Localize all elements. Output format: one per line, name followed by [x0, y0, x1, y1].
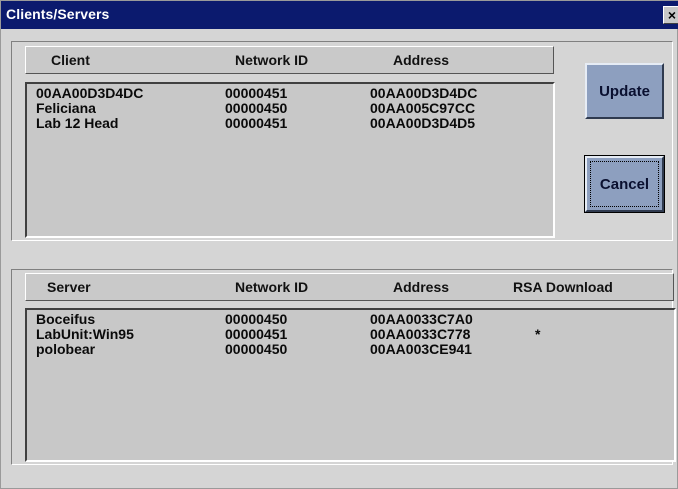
client-name: 00AA00D3D4DC: [36, 85, 144, 101]
server-name: LabUnit:Win95: [36, 326, 134, 342]
server-row[interactable]: LabUnit:Win95 00000451 00AA0033C778 *: [27, 327, 674, 342]
server-row[interactable]: polobear 00000450 00AA003CE941: [27, 342, 674, 357]
close-icon: ×: [667, 7, 677, 23]
server-network-id-column-header[interactable]: Network ID: [235, 279, 308, 295]
server-column-header[interactable]: Server: [47, 279, 91, 295]
client-network-id-column-header[interactable]: Network ID: [235, 52, 308, 68]
update-button[interactable]: Update: [585, 63, 664, 119]
client-address: 00AA00D3D4DC: [370, 85, 478, 101]
servers-header: Server Network ID Address RSA Download: [25, 273, 674, 301]
server-address-column-header[interactable]: Address: [393, 279, 449, 295]
client-network-id: 00000451: [225, 115, 288, 131]
rsa-download-column-header[interactable]: RSA Download: [513, 279, 613, 295]
server-row[interactable]: Boceifus 00000450 00AA0033C7A0: [27, 312, 674, 327]
clients-servers-dialog: Clients/Servers × Client Network ID Addr…: [0, 0, 678, 489]
title-bar[interactable]: Clients/Servers ×: [1, 1, 678, 29]
client-row[interactable]: Feliciana 00000450 00AA005C97CC: [27, 101, 553, 116]
server-address: 00AA0033C778: [370, 326, 471, 342]
close-button[interactable]: ×: [663, 6, 678, 24]
server-network-id: 00000451: [225, 326, 288, 342]
window-title: Clients/Servers: [6, 6, 110, 22]
client-row[interactable]: Lab 12 Head 00000451 00AA00D3D4D5: [27, 116, 553, 131]
cancel-button[interactable]: Cancel: [584, 155, 665, 213]
focus-rect: [590, 161, 659, 207]
server-rsa-download: *: [535, 326, 541, 342]
client-row[interactable]: 00AA00D3D4DC 00000451 00AA00D3D4DC: [27, 86, 553, 101]
client-network-id: 00000450: [225, 100, 288, 116]
client-name: Feliciana: [36, 100, 96, 116]
client-address: 00AA00D3D4D5: [370, 115, 476, 131]
server-name: Boceifus: [36, 311, 96, 327]
servers-panel: Server Network ID Address RSA Download B…: [11, 269, 676, 465]
client-network-id: 00000451: [225, 85, 288, 101]
client-name: Lab 12 Head: [36, 115, 119, 131]
server-address: 00AA003CE941: [370, 341, 472, 357]
server-name: polobear: [36, 341, 96, 357]
update-button-label: Update: [599, 82, 650, 100]
server-network-id: 00000450: [225, 341, 288, 357]
server-address: 00AA0033C7A0: [370, 311, 473, 327]
client-address: 00AA005C97CC: [370, 100, 476, 116]
server-network-id: 00000450: [225, 311, 288, 327]
client-address-column-header[interactable]: Address: [393, 52, 449, 68]
servers-list[interactable]: Boceifus 00000450 00AA0033C7A0 LabUnit:W…: [25, 308, 676, 462]
client-column-header[interactable]: Client: [51, 52, 90, 68]
clients-panel: Client Network ID Address 00AA00D3D4DC 0…: [11, 41, 673, 241]
clients-header: Client Network ID Address: [25, 46, 554, 74]
clients-list[interactable]: 00AA00D3D4DC 00000451 00AA00D3D4DC Felic…: [25, 82, 555, 238]
